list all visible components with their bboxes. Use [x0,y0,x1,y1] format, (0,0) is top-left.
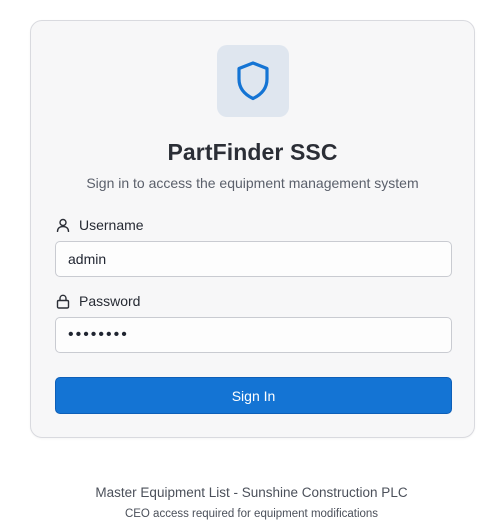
password-label: Password [55,293,140,309]
username-input[interactable] [55,241,452,277]
username-label: Username [55,217,144,233]
logo-badge [217,45,289,117]
lock-icon [55,293,71,309]
app-subtitle: Sign in to access the equipment manageme… [86,175,419,191]
username-label-text: Username [79,217,144,233]
app-title: PartFinder SSC [167,139,338,165]
login-card: PartFinder SSC Sign in to access the equ… [30,20,475,438]
footer-access-note: CEO access required for equipment modifi… [124,508,379,520]
shield-icon [237,61,269,101]
sign-in-button[interactable]: Sign In [55,377,452,414]
password-label-text: Password [79,293,141,309]
footer-company-line: Master Equipment List - Sunshine Constru… [95,485,408,500]
user-icon [55,217,71,233]
password-input[interactable] [55,317,452,353]
